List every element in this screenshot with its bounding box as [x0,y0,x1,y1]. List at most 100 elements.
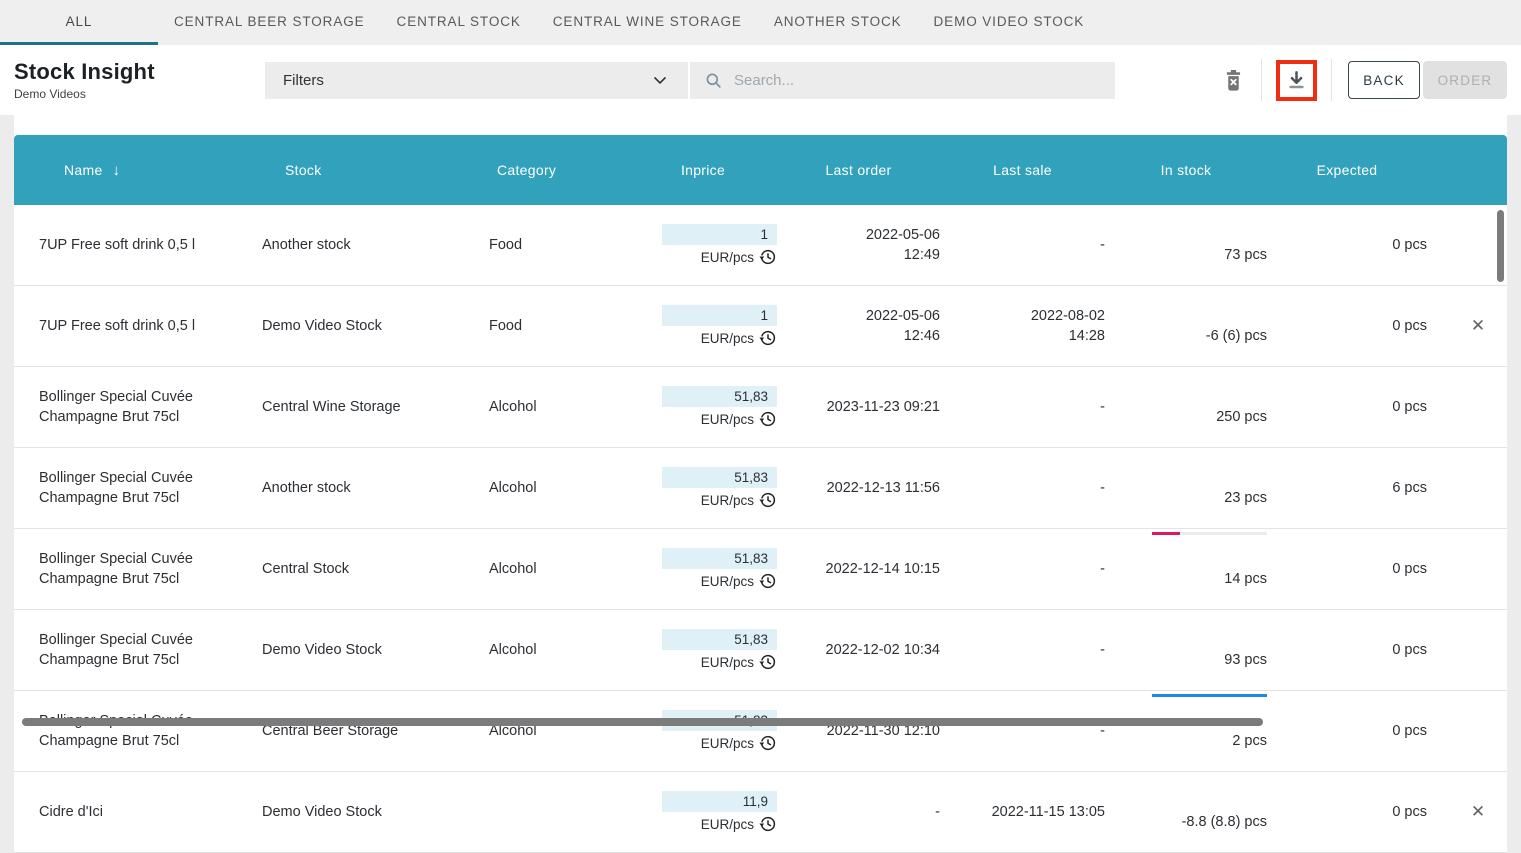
tab-all[interactable]: ALL [0,0,158,45]
price-history-icon[interactable] [759,491,777,509]
cell-stock: Demo Video Stock [262,642,489,658]
table-row[interactable]: Bollinger Special Cuvée Champagne Brut 7… [14,610,1507,691]
download-highlight-box [1276,60,1317,101]
filters-label: Filters [283,72,324,89]
inprice-unit: EUR/pcs [701,331,754,346]
price-history-icon[interactable] [759,653,777,671]
tab-central-beer-storage[interactable]: CENTRAL BEER STORAGE [158,0,381,45]
column-header-last-order[interactable]: Last order [777,162,940,178]
in-stock-value: 2 pcs [1232,733,1267,749]
inprice-value: 51,83 [662,629,777,650]
delete-button[interactable] [1223,69,1244,92]
inprice-value: 51,83 [662,548,777,569]
cell-inprice: 1 EUR/pcs [629,305,777,347]
horizontal-scrollbar[interactable] [14,718,1507,726]
order-button[interactable]: ORDER [1423,61,1507,99]
inprice-unit-line: EUR/pcs [701,410,777,428]
cell-inprice: 51,83 EUR/pcs [629,629,777,671]
inprice-unit: EUR/pcs [701,250,754,265]
column-header-expected[interactable]: Expected [1267,162,1427,178]
cell-category: Alcohol [489,561,629,577]
trash-x-icon [1223,69,1244,92]
search-input[interactable] [732,71,1101,90]
price-history-icon[interactable] [759,815,777,833]
tab-central-stock[interactable]: CENTRAL STOCK [381,0,537,45]
remove-row-icon[interactable]: ✕ [1471,802,1485,821]
inprice-value: 51,83 [662,467,777,488]
inprice-unit-line: EUR/pcs [701,734,777,752]
inprice-value: 51,83 [662,386,777,407]
divider [1331,59,1332,101]
cell-remove: ✕ [1427,802,1507,822]
cell-name: 7UP Free soft drink 0,5 l [14,306,262,346]
horizontal-scrollbar-thumb[interactable] [22,718,1263,726]
inprice-unit-line: EUR/pcs [701,815,777,833]
cell-name: Bollinger Special Cuvée Champagne Brut 7… [14,539,262,599]
inprice-unit-line: EUR/pcs [701,329,777,347]
inprice-unit: EUR/pcs [701,574,754,589]
inprice-unit: EUR/pcs [701,817,754,832]
cell-name: Bollinger Special Cuvée Champagne Brut 7… [14,620,262,680]
price-history-icon[interactable] [759,410,777,428]
cell-in-stock: 2 pcs [1105,691,1267,771]
back-button[interactable]: BACK [1348,61,1420,99]
price-history-icon[interactable] [759,248,777,266]
cell-inprice: 51,83 EUR/pcs [629,386,777,428]
cell-last-sale: - [940,397,1105,417]
column-header-inprice[interactable]: Inprice [629,162,777,178]
table-row[interactable]: Cidre d'Ici Demo Video Stock 11,9 EUR/pc… [14,772,1507,853]
filters-dropdown[interactable]: Filters [265,62,688,99]
price-history-icon[interactable] [759,329,777,347]
in-stock-value: 23 pcs [1224,490,1267,506]
cell-last-sale: - [940,640,1105,660]
tab-central-wine-storage[interactable]: CENTRAL WINE STORAGE [537,0,758,45]
search-box[interactable] [690,62,1115,99]
vertical-scrollbar[interactable] [1497,205,1504,710]
cell-last-sale: - [940,478,1105,498]
tab-another-stock[interactable]: ANOTHER STOCK [758,0,918,45]
price-history-icon[interactable] [759,572,777,590]
cell-in-stock: 250 pcs [1105,367,1267,447]
cell-in-stock: 23 pcs [1105,448,1267,528]
table-row[interactable]: Bollinger Special Cuvée Champagne Brut 7… [14,367,1507,448]
table-row[interactable]: Bollinger Special Cuvée Champagne Brut 7… [14,529,1507,610]
cell-inprice: 51,83 EUR/pcs [629,710,777,752]
cell-name: Bollinger Special Cuvée Champagne Brut 7… [14,458,262,518]
column-header-in-stock[interactable]: In stock [1105,162,1267,178]
stock-level-bar [1152,694,1267,697]
cell-stock: Central Wine Storage [262,399,489,415]
column-header-last-sale[interactable]: Last sale [940,162,1105,178]
divider [1261,59,1262,101]
stock-level-bar-fill [1152,532,1180,535]
inprice-value: 1 [662,305,777,326]
vertical-scrollbar-thumb[interactable] [1497,210,1504,282]
title-block: Stock Insight Demo Videos [14,59,265,101]
cell-remove: ✕ [1427,235,1507,255]
cell-in-stock: -8.8 (8.8) pcs [1105,772,1267,852]
table-row[interactable]: 7UP Free soft drink 0,5 l Demo Video Sto… [14,286,1507,367]
table-row[interactable]: 7UP Free soft drink 0,5 l Another stock … [14,205,1507,286]
table-row[interactable]: Bollinger Special Cuvée Champagne Brut 7… [14,691,1507,772]
column-header-name[interactable]: Name ↓ [14,162,262,179]
inprice-unit-line: EUR/pcs [701,572,777,590]
cell-name: Bollinger Special Cuvée Champagne Brut 7… [14,377,262,437]
cell-expected: 0 pcs [1267,316,1427,336]
column-header-stock[interactable]: Stock [262,162,489,178]
cell-last-order: 2023-11-23 09:21 [777,397,940,417]
inprice-unit: EUR/pcs [701,736,754,751]
sort-desc-icon[interactable]: ↓ [113,162,121,179]
column-label-name: Name [64,162,103,178]
download-button[interactable] [1285,69,1308,92]
inprice-unit-line: EUR/pcs [701,491,777,509]
cell-in-stock: 73 pcs [1105,205,1267,285]
table-row[interactable]: Bollinger Special Cuvée Champagne Brut 7… [14,448,1507,529]
chevron-down-icon [650,70,670,90]
cell-expected: 0 pcs [1267,559,1427,579]
cell-category: Alcohol [489,480,629,496]
tab-demo-video-stock[interactable]: DEMO VIDEO STOCK [918,0,1101,45]
column-header-category[interactable]: Category [489,162,629,178]
cell-last-order: - [777,802,940,822]
cell-in-stock: 14 pcs [1105,529,1267,609]
price-history-icon[interactable] [759,734,777,752]
remove-row-icon[interactable]: ✕ [1471,316,1485,335]
